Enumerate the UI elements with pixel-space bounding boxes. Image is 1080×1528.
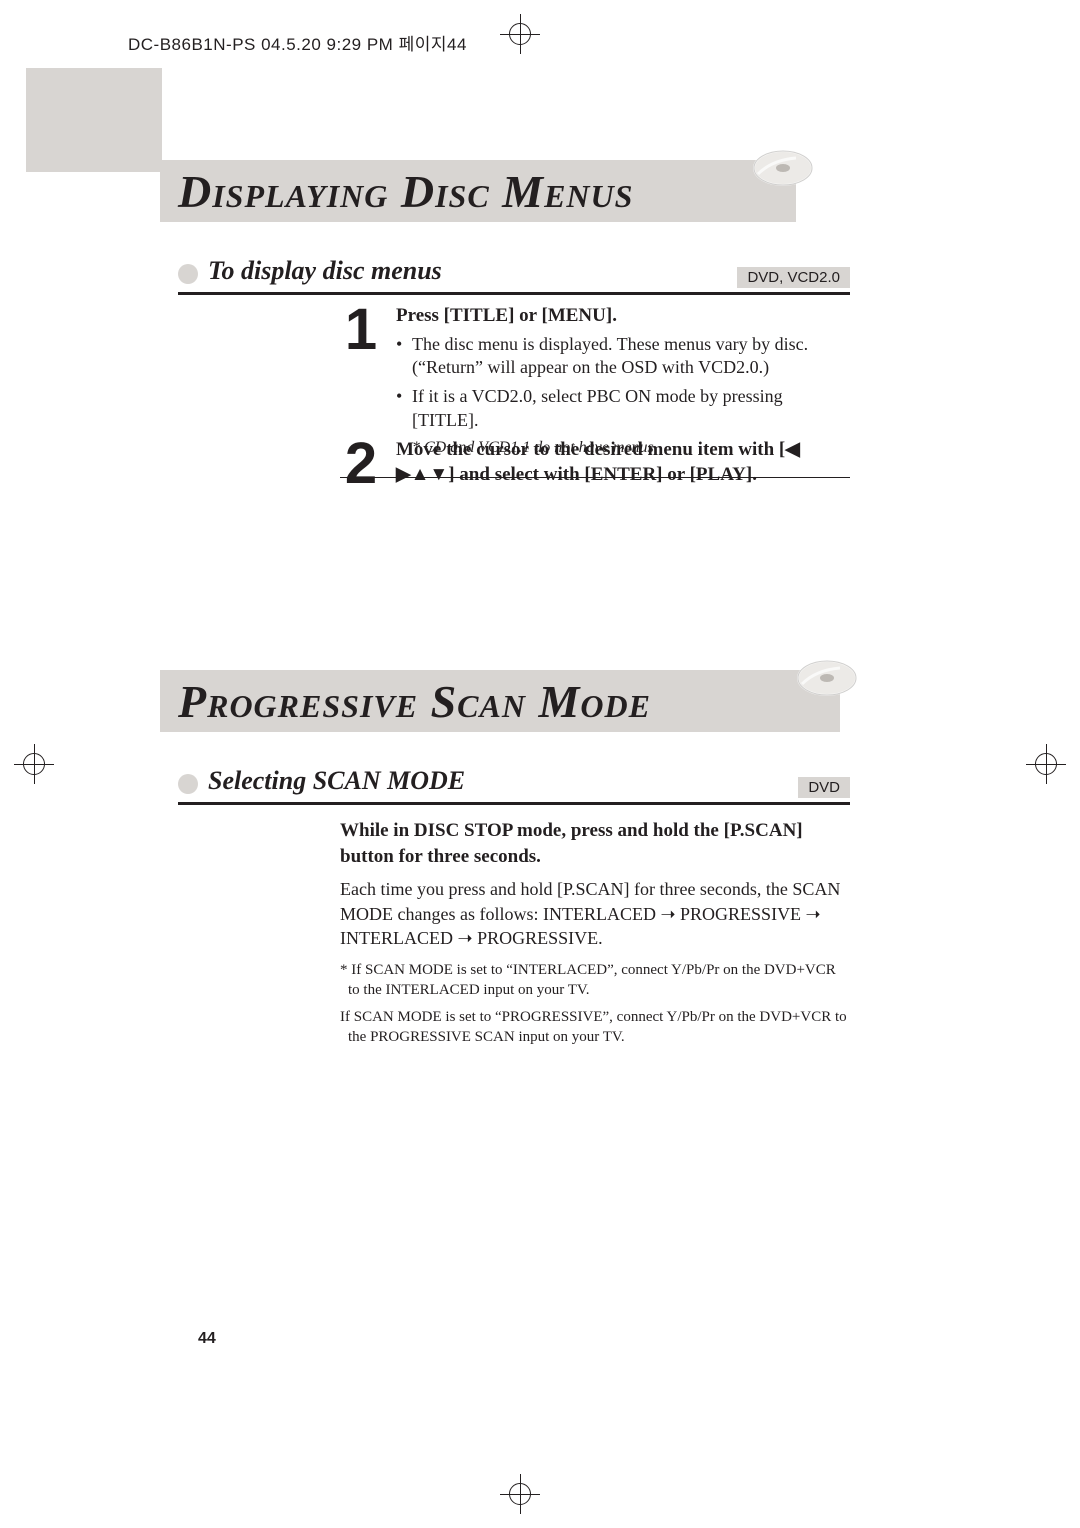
- section-title-text: Progressive Scan Mode: [178, 675, 651, 728]
- progressive-scan-body: While in DISC STOP mode, press and hold …: [340, 818, 850, 1053]
- section-title-displaying-disc-menus: Displaying Disc Menus: [160, 160, 796, 222]
- disc-icon: [796, 656, 858, 700]
- bullet-dot: [178, 774, 198, 794]
- step-2: 2 Move the cursor to the desired menu it…: [340, 438, 850, 491]
- manual-page: DC-B86B1N-PS 04.5.20 9:29 PM 페이지44 Displ…: [0, 0, 1080, 1528]
- page-number: 44: [198, 1330, 216, 1348]
- thumb-tab: [26, 68, 162, 172]
- prog-heading: While in DISC STOP mode, press and hold …: [340, 818, 850, 869]
- section-title-text: Displaying Disc Menus: [178, 165, 633, 218]
- section-title-progressive-scan-mode: Progressive Scan Mode: [160, 670, 840, 732]
- crop-mark-bottom: [500, 1474, 540, 1514]
- step-body: Press [TITLE] or [MENU]. The disc menu i…: [396, 304, 850, 459]
- print-header: DC-B86B1N-PS 04.5.20 9:29 PM 페이지44: [128, 30, 467, 55]
- bullet-dot: [178, 264, 198, 284]
- disc-icon: [752, 146, 814, 190]
- step-bullet: If it is a VCD2.0, select PBC ON mode by…: [396, 385, 850, 432]
- crop-mark-top: [500, 14, 540, 54]
- step-heading: Press [TITLE] or [MENU].: [396, 304, 850, 329]
- step-bullet: The disc menu is displayed. These menus …: [396, 333, 850, 380]
- prog-note: If SCAN MODE is set to “PROGRESSIVE”, co…: [340, 1007, 850, 1048]
- disc-type-tag: DVD: [798, 777, 850, 798]
- step-body: Move the cursor to the desired menu item…: [396, 438, 850, 491]
- prog-note: * If SCAN MODE is set to “INTERLACED”, c…: [340, 960, 850, 1001]
- subsection-to-display-disc-menus: To display disc menus DVD, VCD2.0: [178, 256, 850, 295]
- subsection-label: Selecting SCAN MODE: [208, 766, 465, 796]
- step-number: 2: [340, 438, 382, 491]
- crop-mark-left: [14, 744, 54, 784]
- subsection-label: To display disc menus: [208, 256, 442, 286]
- disc-type-tag: DVD, VCD2.0: [737, 267, 850, 288]
- crop-mark-right: [1026, 744, 1066, 784]
- subsection-selecting-scan-mode: Selecting SCAN MODE DVD: [178, 766, 850, 805]
- step-heading: Move the cursor to the desired menu item…: [396, 438, 850, 487]
- prog-paragraph: Each time you press and hold [P.SCAN] fo…: [340, 877, 850, 950]
